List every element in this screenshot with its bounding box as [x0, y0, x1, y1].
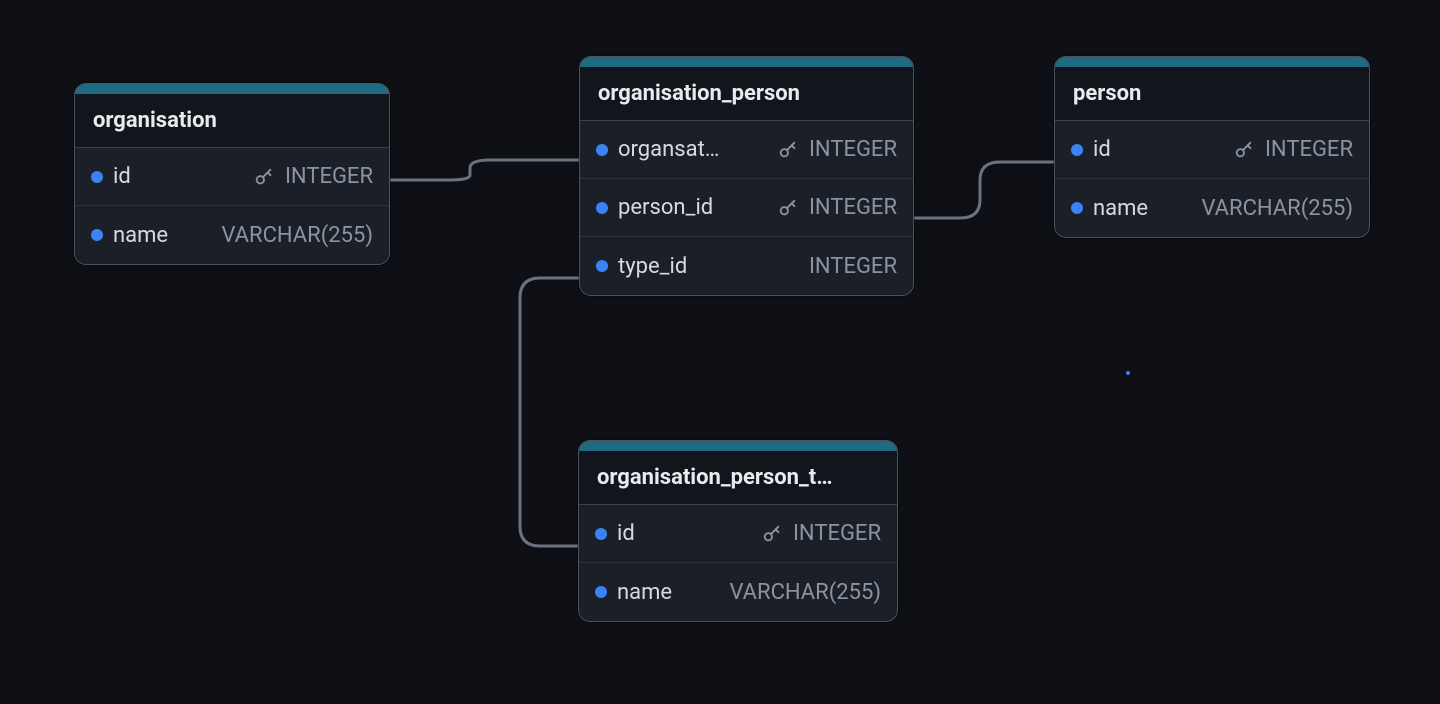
table-organisation-person[interactable]: organisation_person organsat… INTEGER pe…: [579, 56, 914, 296]
column-type: INTEGER: [809, 195, 897, 220]
table-organisation-person-type[interactable]: organisation_person_t… id INTEGER name V…: [578, 440, 898, 622]
key-icon: [253, 166, 275, 188]
column-dot-icon: [595, 586, 607, 598]
key-icon: [761, 523, 783, 545]
column-name: type_id: [618, 254, 799, 279]
column-name: organsat…: [618, 137, 767, 162]
table-header-bar: [75, 84, 389, 94]
key-icon: [777, 139, 799, 161]
column-type: INTEGER: [809, 137, 897, 162]
column-name: name: [1093, 196, 1191, 221]
column-dot-icon: [596, 202, 608, 214]
column-type: INTEGER: [793, 521, 881, 546]
table-header-bar: [1055, 57, 1369, 67]
column-row[interactable]: name VARCHAR(255): [579, 563, 897, 621]
table-title: organisation: [75, 94, 389, 148]
table-title: organisation_person_t…: [579, 451, 897, 505]
column-row[interactable]: type_id INTEGER: [580, 237, 913, 295]
er-diagram-canvas[interactable]: organisation id INTEGER name VARCHAR(255…: [0, 0, 1440, 704]
column-name: name: [113, 223, 211, 248]
column-row[interactable]: id INTEGER: [75, 148, 389, 206]
column-dot-icon: [91, 171, 103, 183]
table-organisation[interactable]: organisation id INTEGER name VARCHAR(255…: [74, 83, 390, 265]
column-type: INTEGER: [1265, 137, 1353, 162]
column-name: id: [617, 521, 751, 546]
column-dot-icon: [596, 260, 608, 272]
column-type: VARCHAR(255): [729, 580, 881, 605]
column-name: person_id: [618, 195, 767, 220]
column-name: id: [1093, 137, 1223, 162]
column-dot-icon: [596, 144, 608, 156]
column-row[interactable]: name VARCHAR(255): [75, 206, 389, 264]
table-header-bar: [580, 57, 913, 67]
column-row[interactable]: person_id INTEGER: [580, 179, 913, 237]
table-header-bar: [579, 441, 897, 451]
column-dot-icon: [1071, 202, 1083, 214]
column-name: id: [113, 164, 243, 189]
column-dot-icon: [91, 229, 103, 241]
column-dot-icon: [595, 528, 607, 540]
column-row[interactable]: name VARCHAR(255): [1055, 179, 1369, 237]
column-type: VARCHAR(255): [221, 223, 373, 248]
column-type: INTEGER: [285, 164, 373, 189]
key-icon: [1233, 139, 1255, 161]
column-type: INTEGER: [809, 254, 897, 279]
column-name: name: [617, 580, 719, 605]
key-icon: [777, 197, 799, 219]
column-dot-icon: [1071, 144, 1083, 156]
stray-dot-icon: [1126, 371, 1130, 375]
column-row[interactable]: id INTEGER: [579, 505, 897, 563]
column-type: VARCHAR(255): [1201, 196, 1353, 221]
table-person[interactable]: person id INTEGER name VARCHAR(255): [1054, 56, 1370, 238]
column-row[interactable]: id INTEGER: [1055, 121, 1369, 179]
table-title: person: [1055, 67, 1369, 121]
table-title: organisation_person: [580, 67, 913, 121]
column-row[interactable]: organsat… INTEGER: [580, 121, 913, 179]
